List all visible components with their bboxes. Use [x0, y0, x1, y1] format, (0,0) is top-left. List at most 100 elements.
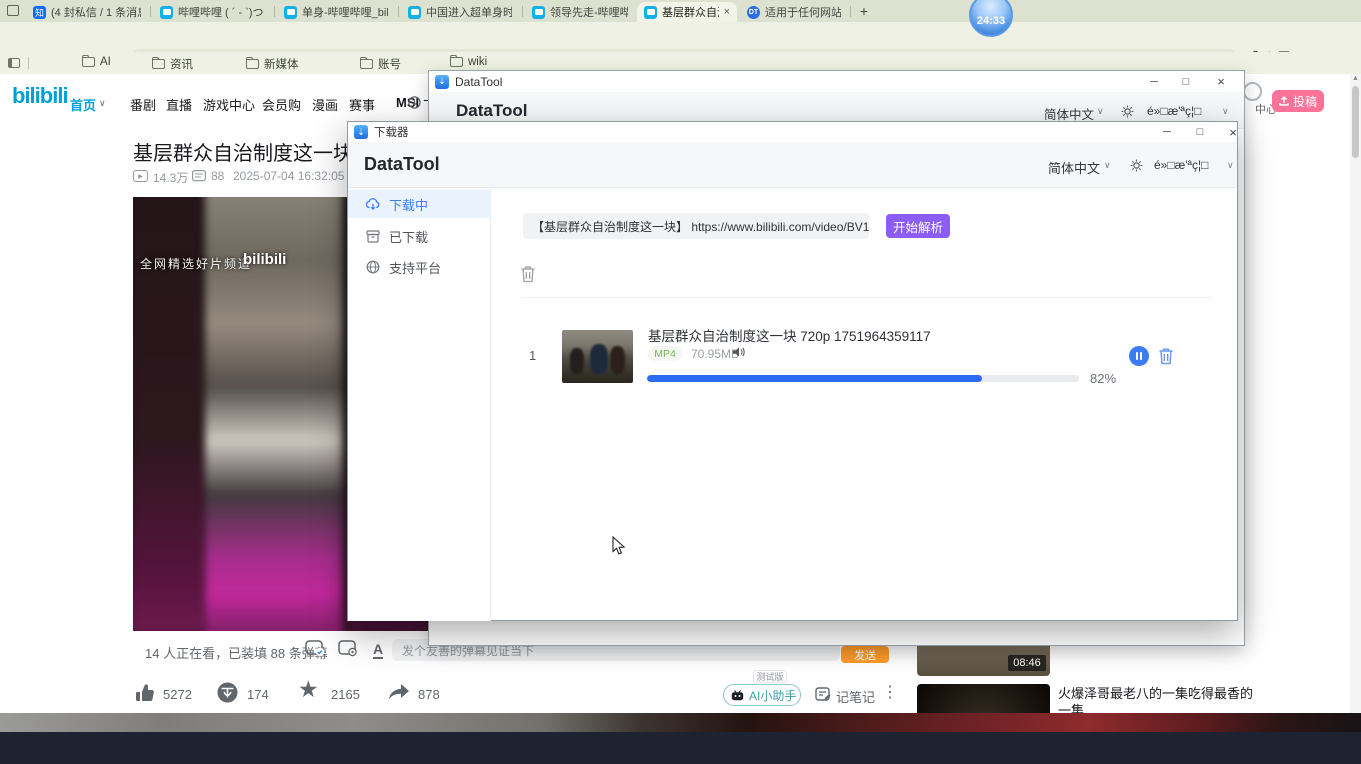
pause-button[interactable] — [1129, 346, 1149, 366]
related-thumbnail-2[interactable] — [917, 684, 1050, 713]
danmaku-font-button[interactable]: A — [373, 641, 383, 659]
tab-label: 哔哩哔哩 ( ´ - `)つロ — [178, 4, 264, 20]
downloader-theme-sun-icon[interactable] — [1130, 159, 1143, 172]
publish-time: 2025-07-04 16:32:05 — [233, 169, 344, 183]
back-theme-label[interactable]: é»□æ'ªç¦□ — [1147, 104, 1201, 118]
audio-icon[interactable] — [732, 346, 745, 358]
downloader-language-select[interactable]: 简体中文 — [1048, 158, 1100, 177]
nav-vip-shop[interactable]: 会员购 — [262, 95, 301, 114]
like-count: 5272 — [163, 687, 192, 702]
nav-home[interactable]: 首页 — [70, 95, 96, 114]
downloader-titlebar[interactable]: ⇣ 下载器 ─ □ × — [348, 122, 1237, 142]
tab-current[interactable]: 基层群众自治制度 × — [637, 2, 737, 22]
item-index: 1 — [529, 348, 536, 363]
nav-live[interactable]: 直播 — [166, 95, 192, 114]
bilibili-logo[interactable]: bilibili — [12, 83, 68, 109]
sidebar-item-platforms[interactable]: 支持平台 — [348, 253, 491, 281]
thumbnail-figure — [570, 348, 584, 374]
bilibili-favicon — [284, 6, 297, 19]
download-client-icon[interactable] — [408, 96, 421, 109]
player-logo-overlay: bilibili — [243, 251, 286, 268]
danmaku-toggle-icon[interactable] — [305, 640, 325, 657]
share-icon[interactable] — [388, 683, 410, 701]
zhihu-favicon: 知 — [33, 6, 46, 19]
globe-icon — [366, 260, 380, 274]
back-theme-sun-icon[interactable] — [1121, 105, 1134, 118]
tab-dt-extension[interactable]: DT 适用于任何网站的快速 — [740, 2, 848, 22]
ai-assistant-label: AI小助手 — [749, 687, 796, 704]
player-channel-overlay: 全网精选好片频道 — [140, 255, 252, 272]
scroll-up-icon[interactable]: ▲ — [1352, 75, 1359, 82]
sidebar-item-downloaded[interactable]: 已下载 — [348, 222, 491, 250]
tab-divider — [150, 6, 151, 17]
bookmark-ai[interactable]: AI — [82, 56, 111, 68]
sidebar-label: 下载中 — [389, 195, 428, 214]
back-maximize-icon[interactable]: □ — [1173, 71, 1199, 92]
bilibili-favicon — [160, 6, 173, 19]
downloader-sidebar: 下载中 已下载 支持平台 — [348, 188, 491, 621]
avatar[interactable] — [1243, 82, 1262, 101]
downloader-minimize-icon[interactable]: ─ — [1154, 122, 1180, 142]
bookmark-wiki[interactable]: wiki — [450, 56, 487, 68]
nav-game-center[interactable]: 游戏中心 — [203, 95, 255, 114]
tab-danshen[interactable]: 单身-哔哩哔哩_bilibili — [277, 2, 395, 22]
ai-beta-label: 测试版 — [756, 670, 783, 683]
tab-zhihu[interactable]: 知 (4 封私信 / 1 条消息) — [26, 2, 148, 22]
scrollbar-thumb[interactable] — [1352, 86, 1359, 158]
upload-button[interactable]: 投稿 — [1272, 90, 1324, 112]
tab-divider — [850, 6, 851, 17]
datatool-app-icon: ⇣ — [435, 75, 449, 89]
nav-bangumi[interactable]: 番剧 — [130, 95, 156, 114]
parse-url-field[interactable]: 【基层群众自治制度这一块】 https://www.bilibili.com/v… — [523, 213, 869, 239]
side-panel-icon[interactable] — [8, 58, 20, 68]
clear-list-trash-icon[interactable] — [520, 265, 536, 283]
send-label: 发送 — [854, 647, 876, 663]
nav-manga[interactable]: 漫画 — [312, 95, 338, 114]
tab-lingdao[interactable]: 领导先走-哔哩哔哩_b — [525, 2, 635, 22]
more-actions-icon[interactable]: ⋮ — [882, 682, 898, 702]
tab-label: 中国进入超单身时代_| — [426, 4, 512, 20]
folder-icon — [82, 57, 95, 67]
new-tab-button[interactable]: + — [855, 2, 873, 20]
sidebar-item-downloading[interactable]: 下载中 — [348, 190, 491, 218]
downloader-close-icon[interactable]: × — [1220, 122, 1246, 142]
tab-label: 基层群众自治制度 — [662, 4, 719, 20]
note-icon[interactable] — [815, 687, 831, 702]
coin-icon[interactable] — [217, 682, 238, 703]
back-minimize-icon[interactable]: ─ — [1141, 71, 1167, 92]
thumbnail-figure — [610, 346, 625, 374]
delete-item-trash-icon[interactable] — [1158, 347, 1174, 365]
like-icon[interactable] — [134, 683, 156, 703]
downloader-theme-label[interactable]: é»□æ'ªç¦□ — [1154, 158, 1208, 172]
back-close-icon[interactable]: × — [1208, 71, 1234, 92]
nav-home-chevron-icon: ∨ — [99, 98, 106, 109]
downloader-window: ⇣ 下载器 ─ □ × DataTool 简体中文 ∨ é»□æ'ªç¦□ ∨ … — [347, 121, 1238, 621]
danmaku-send-button[interactable]: 发送 — [841, 646, 889, 663]
favorite-icon[interactable]: ★ — [298, 676, 319, 703]
bookmark-zixun[interactable]: 资讯 — [152, 56, 193, 72]
back-window-title: DataTool — [455, 75, 502, 89]
bookmark-label: 新媒体 — [264, 56, 299, 72]
tab-search-icon[interactable] — [7, 5, 19, 16]
ai-assistant-button[interactable]: AI小助手 — [723, 684, 801, 706]
tab-bilibili-home[interactable]: 哔哩哔哩 ( ´ - `)つロ — [153, 2, 271, 22]
tab-zhongguo[interactable]: 中国进入超单身时代_| — [401, 2, 519, 22]
tab-label: 适用于任何网站的快速 — [765, 4, 841, 20]
downloader-maximize-icon[interactable]: □ — [1187, 122, 1213, 142]
tab-close-icon[interactable]: × — [724, 6, 730, 18]
danmaku-settings-icon[interactable] — [338, 640, 358, 657]
bookmark-xinmeiti[interactable]: 新媒体 — [246, 56, 299, 72]
bookmark-zhanghao[interactable]: 账号 — [360, 56, 401, 72]
parse-button[interactable]: 开始解析 — [886, 214, 950, 238]
related-video-title[interactable]: 火爆泽哥最老八的一集吃得最香的一集 — [1058, 685, 1253, 713]
bookmark-label: wiki — [468, 56, 487, 68]
note-label[interactable]: 记笔记 — [836, 687, 875, 706]
sidebar-label: 支持平台 — [389, 258, 441, 277]
bilibili-favicon — [408, 6, 421, 19]
page-scrollbar[interactable]: ▲ — [1350, 74, 1361, 713]
back-window-titlebar[interactable]: ⇣ DataTool ─ □ × — [429, 71, 1244, 92]
upload-label: 投稿 — [1293, 93, 1317, 110]
upload-icon — [1279, 96, 1289, 106]
nav-esports[interactable]: 赛事 — [349, 95, 375, 114]
back-language-chevron-icon: ∨ — [1097, 106, 1104, 117]
